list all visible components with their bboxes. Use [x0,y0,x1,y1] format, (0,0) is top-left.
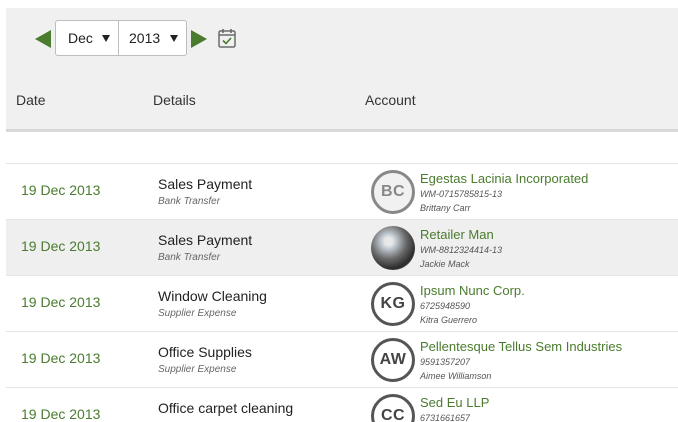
row-details-title: Sales Payment [158,232,253,248]
avatar-photo [371,226,415,270]
row-details-subtitle: Supplier Expense [158,364,237,375]
account-contact: Jackie Mack [420,259,470,269]
year-select[interactable]: 2013 [118,20,187,56]
row-details-title: Window Cleaning [158,288,267,304]
row-details-subtitle: Bank Transfer [158,196,221,207]
avatar: BC [371,170,415,214]
calendar-icon[interactable] [218,28,236,48]
avatar-initials: BC [380,183,406,200]
account-number: 6725948590 [420,301,471,311]
table-row[interactable]: 19 Dec 2013 Sales Payment Bank Transfer … [6,163,678,219]
account-name-link[interactable]: Egestas Lacinia Incorporated [420,171,588,186]
avatar-initials: CC [380,407,406,422]
account-contact: Aimee Williamson [420,371,492,381]
table-row[interactable]: 19 Dec 2013 Sales Payment Bank Transfer … [6,219,678,275]
month-select-value: Dec [68,30,93,46]
row-details-title: Sales Payment [158,176,253,192]
column-header-date[interactable]: Date [16,92,46,108]
account-number: WM-8812324414-13 [420,245,503,255]
filter-header: Dec 2013 Date Details Account [6,8,678,132]
avatar: CC [371,394,415,422]
next-month-arrow-icon[interactable] [191,30,207,48]
chevron-down-icon [102,35,110,42]
chevron-down-icon [170,35,178,42]
table-row[interactable]: 19 Dec 2013 Office Supplies Supplier Exp… [6,331,678,387]
account-contact: Brittany Carr [420,203,471,213]
month-select[interactable]: Dec [55,20,119,56]
table-row[interactable]: 19 Dec 2013 Window Cleaning Supplier Exp… [6,275,678,331]
previous-month-arrow-icon[interactable] [35,30,51,48]
row-details-title: Office Supplies [158,344,252,360]
account-name-link[interactable]: Sed Eu LLP [420,395,489,410]
account-contact: Kitra Guerrero [420,315,478,325]
row-date: 19 Dec 2013 [21,294,101,310]
account-number: WM-0715785815-13 [420,189,503,199]
account-number: 9591357207 [420,357,471,367]
column-header-account[interactable]: Account [365,92,416,108]
avatar-initials: KG [380,295,406,312]
account-name-link[interactable]: Retailer Man [420,227,494,242]
table-row[interactable]: 19 Dec 2013 Office carpet cleaning CC Se… [6,387,678,422]
account-name-link[interactable]: Pellentesque Tellus Sem Industries [420,339,622,354]
account-number: 6731661657 [420,413,471,422]
row-details-subtitle: Supplier Expense [158,308,237,319]
column-header-details[interactable]: Details [153,92,196,108]
avatar: AW [371,338,415,382]
row-date: 19 Dec 2013 [21,238,101,254]
year-select-value: 2013 [129,30,161,46]
avatar-initials: AW [379,351,407,368]
row-details-title: Office carpet cleaning [158,400,294,416]
row-date: 19 Dec 2013 [21,350,101,366]
row-date: 19 Dec 2013 [21,406,101,422]
row-date: 19 Dec 2013 [21,182,101,198]
row-details-subtitle: Bank Transfer [158,252,221,263]
account-name-link[interactable]: Ipsum Nunc Corp. [420,283,525,298]
avatar: KG [371,282,415,326]
